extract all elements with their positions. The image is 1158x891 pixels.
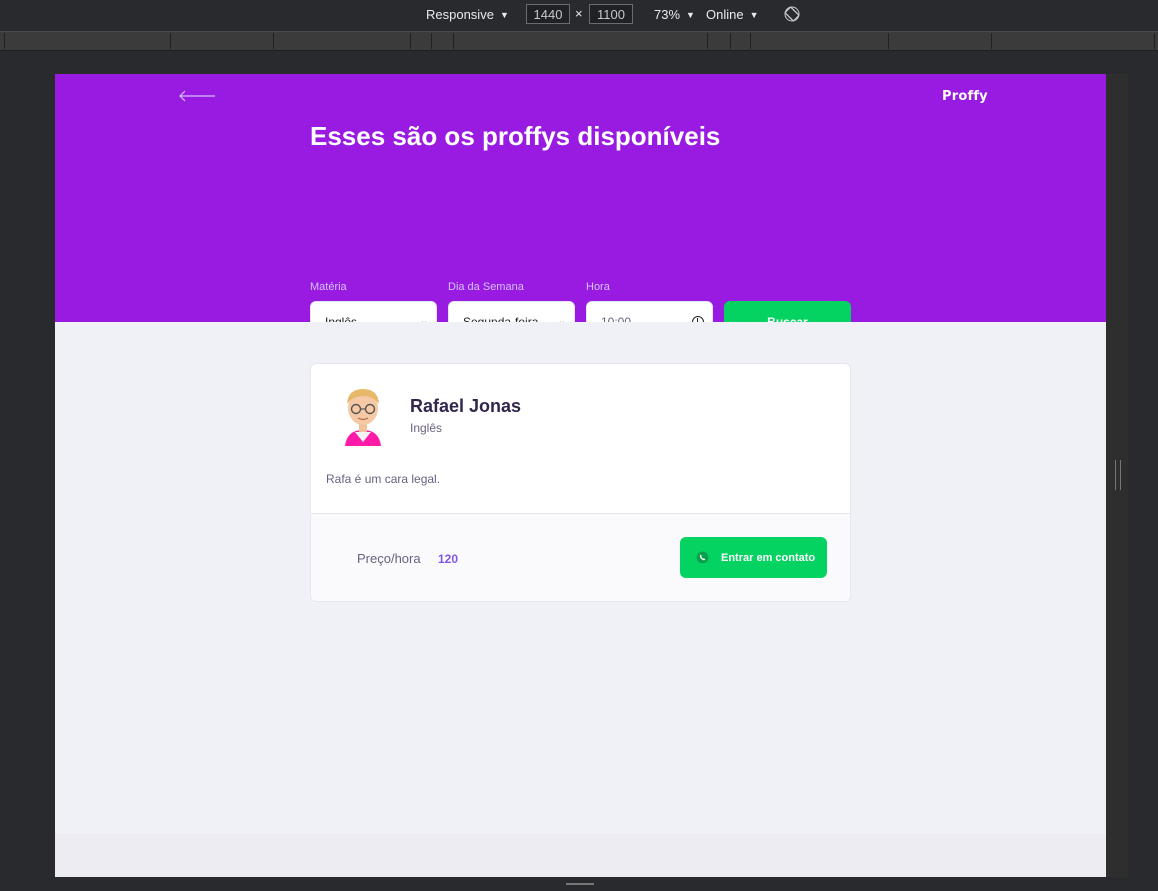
zoom-dropdown[interactable]: 73% ▼: [654, 7, 695, 22]
chevron-down-icon: ▼: [499, 9, 509, 20]
resize-handle-bottom[interactable]: [566, 883, 594, 885]
height-input[interactable]: 1100: [589, 4, 633, 24]
page-viewport: Proffy Esses são os proffys disponíveis …: [55, 74, 1106, 877]
proffy-logo: Proffy: [942, 89, 988, 104]
network-label: Online: [706, 7, 744, 22]
subject-label: Matéria: [310, 281, 347, 293]
page-title: Esses são os proffys disponíveis: [310, 121, 721, 151]
whatsapp-icon: [696, 551, 709, 564]
time-label: Hora: [586, 281, 610, 293]
teacher-card-footer: Preço/hora 120 Entrar em contato: [311, 513, 850, 601]
contact-button[interactable]: Entrar em contato: [680, 537, 827, 578]
media-query-ruler[interactable]: [0, 31, 1158, 51]
dimension-separator: ×: [575, 6, 583, 21]
contact-button-label: Entrar em contato: [721, 551, 816, 564]
page-bottom: [55, 834, 1106, 877]
resize-grip-icon[interactable]: [1115, 460, 1121, 490]
price-label: Preço/hora: [357, 551, 421, 566]
teacher-bio: Rafa é um cara legal.: [326, 472, 441, 486]
back-arrow-icon[interactable]: [178, 88, 216, 104]
price-value: 120: [438, 552, 459, 566]
device-dropdown[interactable]: Responsive ▼: [426, 7, 509, 22]
weekday-label: Dia da Semana: [448, 281, 524, 293]
page-header: Proffy Esses são os proffys disponíveis …: [55, 74, 1106, 342]
chevron-down-icon: ▼: [749, 9, 759, 20]
rotate-icon[interactable]: [784, 6, 800, 22]
width-input[interactable]: 1440: [526, 4, 570, 24]
chevron-down-icon: ▼: [686, 9, 695, 20]
teacher-name: Rafael Jonas: [410, 396, 522, 416]
device-label: Responsive: [426, 7, 494, 22]
network-dropdown[interactable]: Online ▼: [706, 7, 759, 22]
teacher-card: Rafael Jonas Inglês Rafa é um cara legal…: [310, 363, 851, 602]
devtools-device-toolbar: Responsive ▼ 1440 × 1100 73% ▼ Online ▼: [0, 0, 1158, 30]
teacher-avatar: [345, 389, 381, 446]
teacher-subject: Inglês: [410, 421, 443, 435]
zoom-label: 73%: [654, 7, 681, 22]
